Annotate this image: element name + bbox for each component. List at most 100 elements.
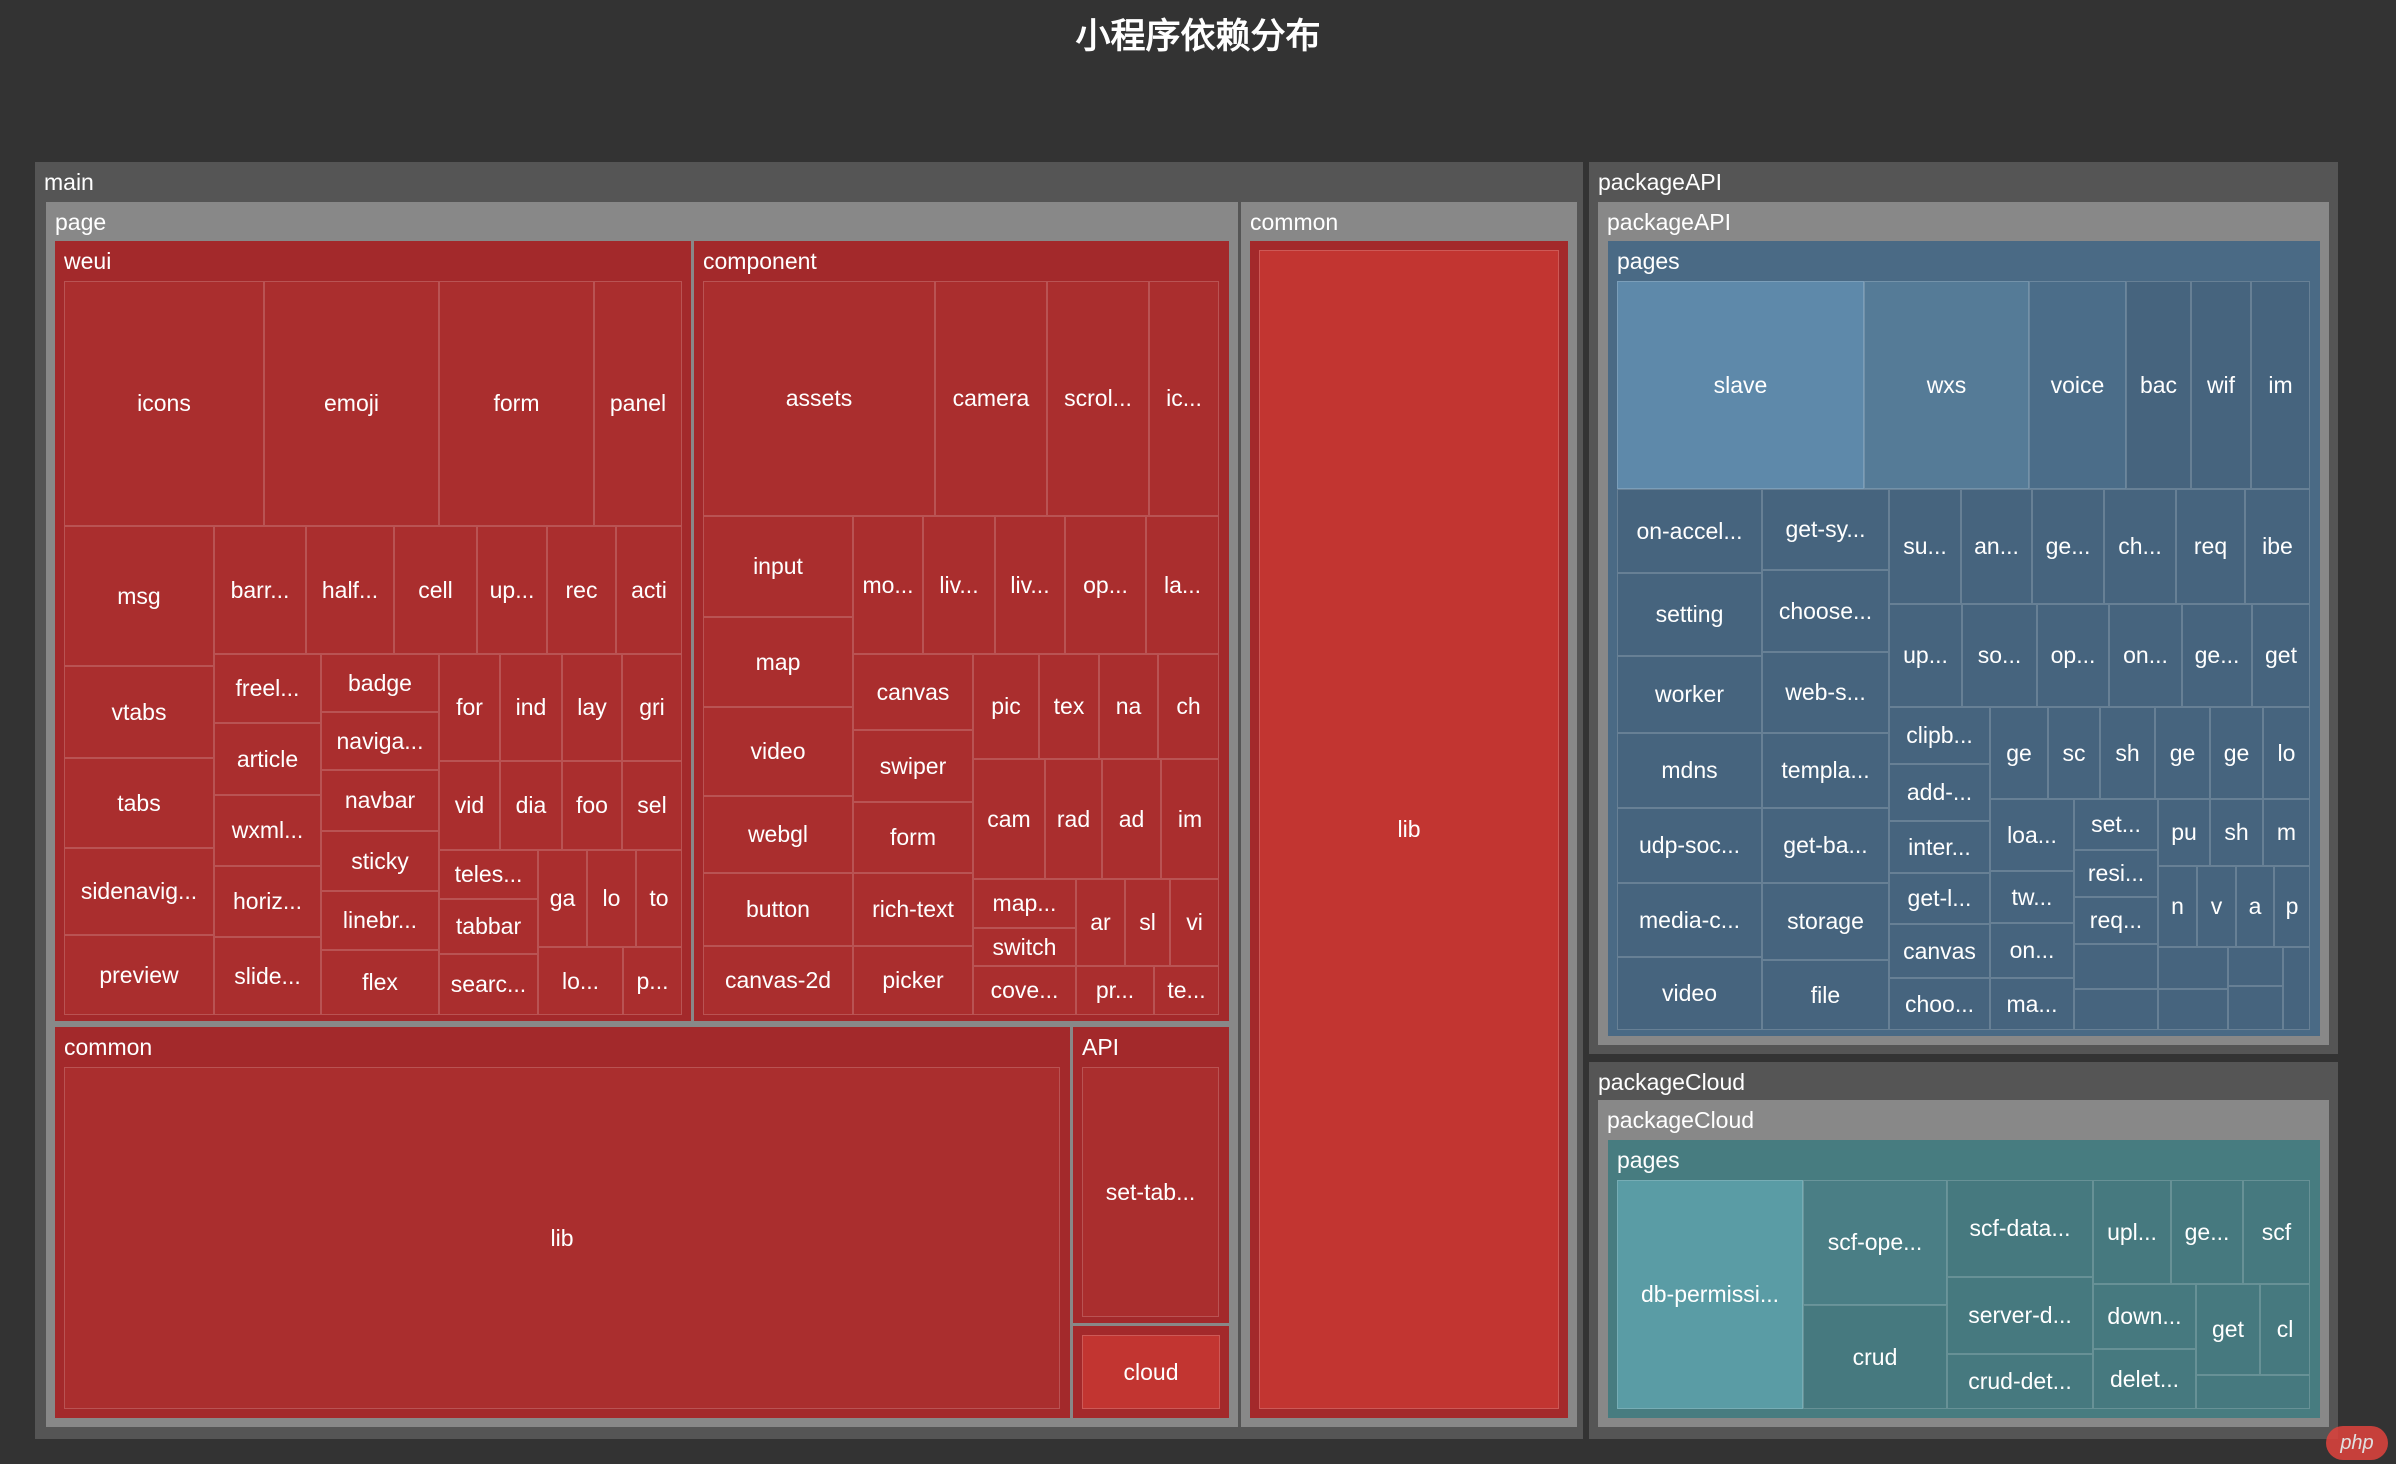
treemap-cell-webgl[interactable]: webgl <box>703 796 853 873</box>
treemap-cell-req[interactable]: req... <box>2074 897 2158 944</box>
treemap-cell-worker[interactable]: worker <box>1617 656 1762 733</box>
treemap-cell-sel[interactable]: sel <box>622 761 682 850</box>
treemap-cell-lib[interactable]: lib <box>1250 241 1568 1418</box>
treemap-cell-video[interactable]: video <box>1617 957 1762 1030</box>
treemap-cell-naviga[interactable]: naviga... <box>321 712 439 770</box>
treemap-cell-acti[interactable]: acti <box>616 526 682 654</box>
treemap-cell-scf-ope[interactable]: scf-ope... <box>1803 1180 1947 1305</box>
treemap-cell-slave[interactable]: slave <box>1617 281 1864 489</box>
treemap-cell-ge[interactable]: ge... <box>2171 1180 2243 1284</box>
treemap-cell-dia[interactable]: dia <box>500 761 562 850</box>
treemap-cell-slide[interactable]: slide... <box>214 937 321 1015</box>
treemap-cell-wxml[interactable]: wxml... <box>214 795 321 866</box>
treemap-cell-canvas[interactable]: canvas <box>853 654 973 730</box>
treemap-cell-add[interactable]: add-... <box>1889 764 1990 821</box>
treemap-cell-up[interactable]: up... <box>1889 604 1962 707</box>
treemap-cell-video[interactable]: video <box>703 707 853 796</box>
treemap-cell-article[interactable]: article <box>214 723 321 795</box>
treemap-cell-udp-soc[interactable]: udp-soc... <box>1617 808 1762 883</box>
treemap-cell-p[interactable]: p... <box>623 947 682 1015</box>
treemap-cell-emoji[interactable]: emoji <box>264 281 439 526</box>
treemap-cell-unlabeled[interactable] <box>2074 989 2158 1030</box>
treemap-cell-ch[interactable]: ch... <box>2104 489 2176 604</box>
treemap-cell-picker[interactable]: picker <box>853 946 973 1015</box>
treemap-cell-crud-det[interactable]: crud-det... <box>1947 1354 2093 1409</box>
treemap-cell-form[interactable]: form <box>439 281 594 526</box>
treemap-cell-half[interactable]: half... <box>306 526 394 654</box>
treemap-cell-cell[interactable]: cell <box>394 526 477 654</box>
treemap-cell-input[interactable]: input <box>703 516 853 617</box>
treemap-cell-unlabeled[interactable] <box>2158 989 2228 1030</box>
treemap-cell-sc[interactable]: sc <box>2048 707 2100 799</box>
treemap-cell-crud[interactable]: crud <box>1803 1305 1947 1409</box>
treemap-cell-sticky[interactable]: sticky <box>321 831 439 891</box>
treemap-cell-on[interactable]: on... <box>1990 923 2074 978</box>
treemap-cell-cove[interactable]: cove... <box>973 966 1076 1015</box>
treemap-cell-set[interactable]: set... <box>2074 799 2158 850</box>
treemap-cell-file[interactable]: file <box>1762 960 1889 1030</box>
treemap-cell-web-s[interactable]: web-s... <box>1762 652 1889 733</box>
treemap-cell-liv[interactable]: liv... <box>995 516 1065 654</box>
treemap-cell-vid[interactable]: vid <box>439 761 500 850</box>
treemap-cell-ibe[interactable]: ibe <box>2245 489 2310 604</box>
treemap-cell-liv[interactable]: liv... <box>923 516 995 654</box>
treemap-cell-down[interactable]: down... <box>2093 1284 2196 1349</box>
treemap-cell-ind[interactable]: ind <box>500 654 562 761</box>
treemap-cell-get[interactable]: get <box>2196 1284 2260 1375</box>
treemap-cell-bac[interactable]: bac <box>2126 281 2191 489</box>
treemap-cell-p[interactable]: p <box>2274 866 2310 947</box>
treemap-cell-msg[interactable]: msg <box>64 526 214 666</box>
treemap-cell-loa[interactable]: loa... <box>1990 799 2074 871</box>
treemap-cell-get[interactable]: get <box>2252 604 2310 707</box>
treemap-cell-foo[interactable]: foo <box>562 761 622 850</box>
treemap-cell-pic[interactable]: pic <box>973 654 1039 759</box>
treemap-cell-sl[interactable]: sl <box>1125 879 1170 966</box>
treemap-cell-im[interactable]: im <box>1161 759 1219 879</box>
treemap-cell-cl[interactable]: cl <box>2260 1284 2310 1375</box>
treemap-cell-pu[interactable]: pu <box>2158 799 2210 866</box>
treemap-cell-switch[interactable]: switch <box>973 928 1076 966</box>
treemap-cell-freel[interactable]: freel... <box>214 654 321 723</box>
treemap-cell-up[interactable]: up... <box>477 526 547 654</box>
treemap-cell-m[interactable]: m <box>2263 799 2310 866</box>
treemap-cell-searc[interactable]: searc... <box>439 954 538 1015</box>
treemap-cell-unlabeled[interactable] <box>2074 944 2158 989</box>
treemap-cell-unlabeled[interactable] <box>2283 947 2310 1030</box>
treemap-cell-storage[interactable]: storage <box>1762 883 1889 960</box>
treemap-cell-for[interactable]: for <box>439 654 500 761</box>
treemap-cell-rad[interactable]: rad <box>1045 759 1102 879</box>
treemap-cell-an[interactable]: an... <box>1961 489 2032 604</box>
treemap-cell-to[interactable]: to <box>636 850 682 947</box>
treemap-cell-assets[interactable]: assets <box>703 281 935 516</box>
treemap-cell-wif[interactable]: wif <box>2191 281 2251 489</box>
treemap-cell-voice[interactable]: voice <box>2029 281 2126 489</box>
treemap-cell-a[interactable]: a <box>2236 866 2274 947</box>
treemap-cell-lo[interactable]: lo <box>2263 707 2310 799</box>
treemap-cell-barr[interactable]: barr... <box>214 526 306 654</box>
treemap-cell-flex[interactable]: flex <box>321 950 439 1015</box>
treemap-cell-unlabeled[interactable] <box>2228 986 2283 1030</box>
treemap-cell-badge[interactable]: badge <box>321 654 439 712</box>
treemap-cell-setting[interactable]: setting <box>1617 573 1762 656</box>
treemap-cell-te[interactable]: te... <box>1154 966 1219 1015</box>
treemap-cell-sh[interactable]: sh <box>2100 707 2155 799</box>
treemap-cell-op[interactable]: op... <box>2037 604 2109 707</box>
treemap-cell-clipb[interactable]: clipb... <box>1889 707 1990 764</box>
treemap-cell-la[interactable]: la... <box>1146 516 1219 654</box>
treemap-cell-tabs[interactable]: tabs <box>64 758 214 848</box>
treemap-cell-resi[interactable]: resi... <box>2074 850 2158 897</box>
treemap-cell-n[interactable]: n <box>2158 866 2197 947</box>
treemap-cell-get-l[interactable]: get-l... <box>1889 873 1990 924</box>
treemap-cell-so[interactable]: so... <box>1962 604 2037 707</box>
treemap-cell-ad[interactable]: ad <box>1102 759 1161 879</box>
treemap-cell-sidenavig[interactable]: sidenavig... <box>64 848 214 935</box>
treemap-cell-tex[interactable]: tex <box>1039 654 1099 759</box>
treemap-cell-ge[interactable]: ge <box>1990 707 2048 799</box>
treemap-cell-camera[interactable]: camera <box>935 281 1047 516</box>
treemap-cell-canvas-2d[interactable]: canvas-2d <box>703 946 853 1015</box>
treemap-cell-pr[interactable]: pr... <box>1076 966 1154 1015</box>
treemap-cell-mdns[interactable]: mdns <box>1617 733 1762 808</box>
treemap-cell-mo[interactable]: mo... <box>853 516 923 654</box>
treemap-cell-tw[interactable]: tw... <box>1990 871 2074 923</box>
treemap-cell-form[interactable]: form <box>853 802 973 873</box>
